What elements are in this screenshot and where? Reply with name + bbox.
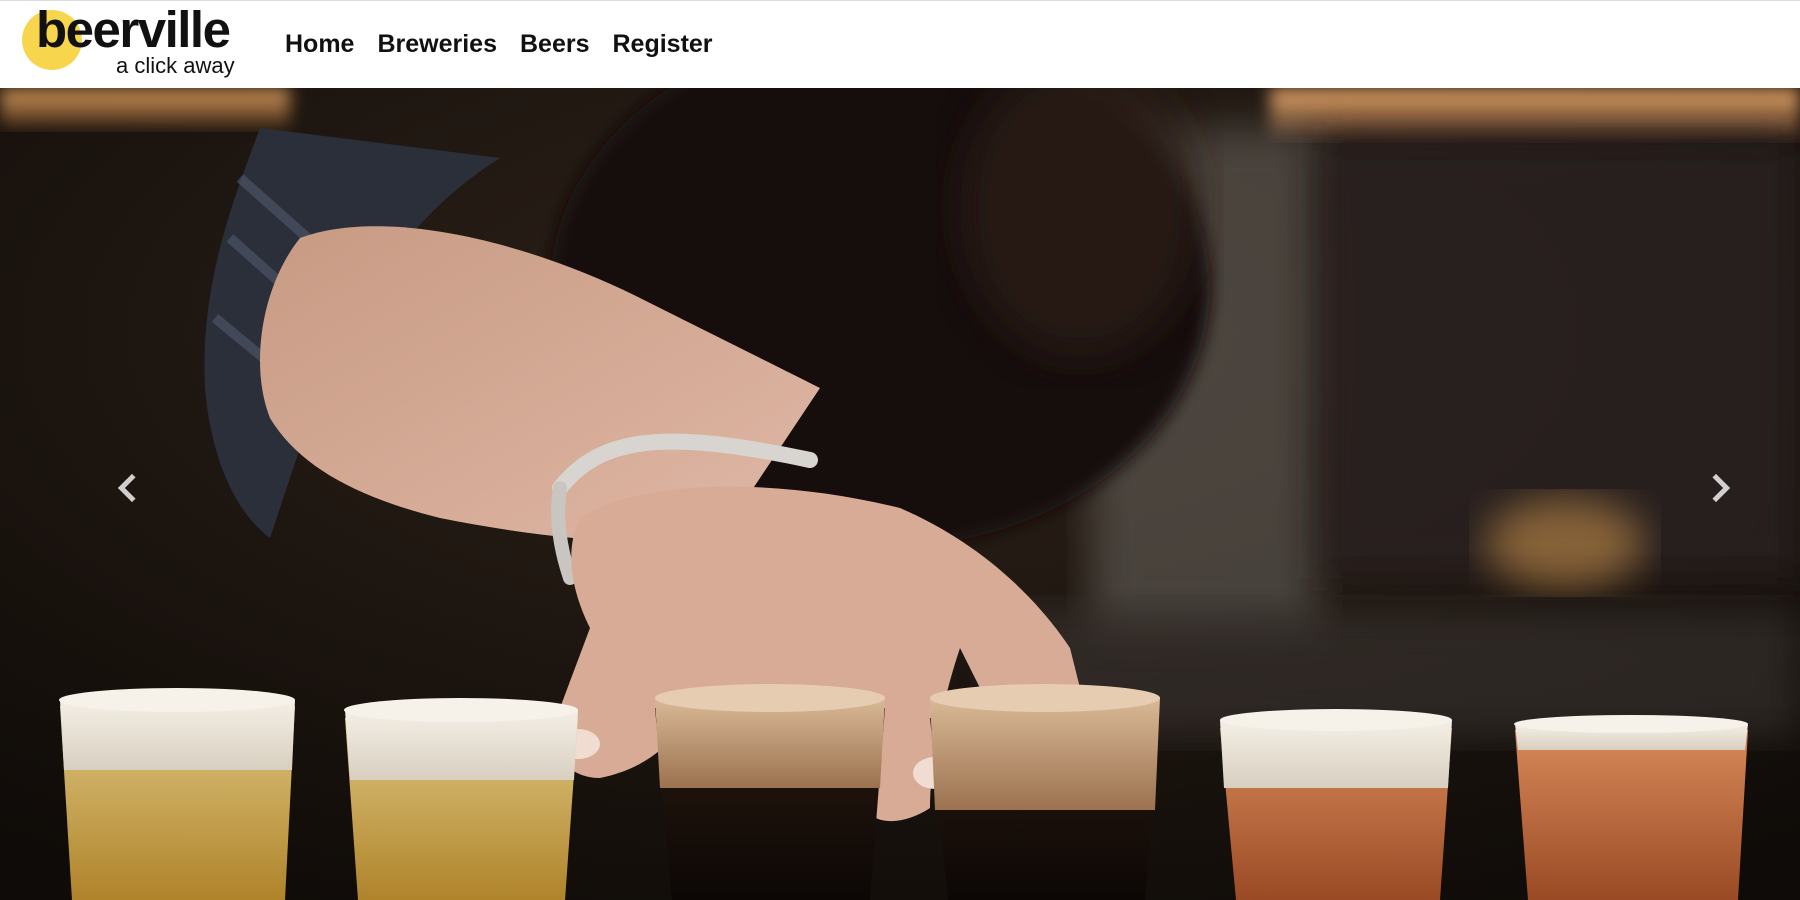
chevron-right-icon [1701, 473, 1731, 503]
brand-logo[interactable]: beerville a click away [22, 4, 262, 81]
chevron-left-icon [117, 473, 147, 503]
hero-carousel [0, 88, 1800, 900]
nav-beers-link[interactable]: Beers [520, 27, 590, 61]
nav-register-link[interactable]: Register [613, 27, 713, 61]
carousel-prev-button[interactable] [48, 358, 208, 618]
brand-tagline: a click away [116, 53, 235, 78]
carousel-slide-image [0, 88, 1800, 900]
nav-home-link[interactable]: Home [285, 27, 354, 61]
main-nav: Home Breweries Beers Register [285, 27, 713, 61]
top-navbar: beerville a click away Home Breweries Be… [0, 0, 1800, 88]
brand-name: beerville [36, 1, 231, 58]
nav-breweries-link[interactable]: Breweries [377, 27, 497, 61]
carousel-next-button[interactable] [1640, 358, 1800, 618]
